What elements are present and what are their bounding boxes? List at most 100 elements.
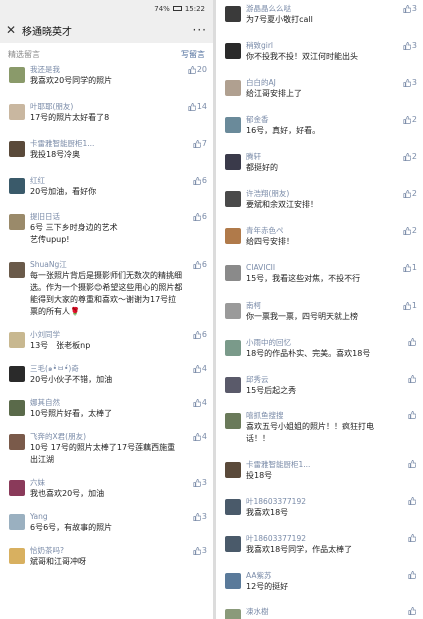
thumbs-up-icon	[408, 571, 416, 579]
comment-item: AA紫苏 12号的挺好	[216, 571, 423, 593]
comment-text: 18号的作品朴实、完美。喜欢18号	[246, 349, 371, 358]
like-button[interactable]: 3	[403, 4, 417, 13]
comment-item: 凍水樹	[216, 607, 423, 619]
thumbs-up-icon	[408, 375, 416, 383]
like-button[interactable]: 1	[403, 263, 417, 272]
avatar[interactable]	[225, 499, 241, 515]
like-button[interactable]	[408, 411, 417, 419]
avatar[interactable]	[9, 514, 25, 530]
like-button[interactable]: 3	[403, 41, 417, 50]
thumbs-up-icon	[193, 212, 201, 221]
like-button[interactable]: 2	[403, 189, 417, 198]
comment-text: 给四号安排！	[246, 237, 294, 246]
avatar[interactable]	[9, 480, 25, 496]
comment-item: 南柯 你一票我一票，四号明天就上榜 1	[216, 301, 423, 323]
comment-list: 我还是我 我喜欢20号同学的照片 20 叶耶耶(朋友) 17号的照片太好看了8 14 卡雷雅…	[0, 65, 213, 568]
avatar[interactable]	[225, 413, 241, 429]
like-button[interactable]	[408, 571, 417, 579]
like-button[interactable]: 4	[193, 398, 207, 407]
write-comment-button[interactable]: 写留言	[181, 49, 205, 60]
like-button[interactable]: 6	[193, 176, 207, 185]
like-count: 3	[201, 546, 207, 555]
like-count: 1	[411, 301, 417, 310]
thumbs-up-icon	[193, 176, 201, 185]
avatar[interactable]	[9, 67, 25, 83]
thumbs-up-icon	[403, 189, 411, 198]
close-icon[interactable]: ✕	[6, 23, 22, 37]
commenter-name: 小刘同学	[30, 330, 60, 339]
like-button[interactable]	[408, 460, 417, 468]
like-button[interactable]: 2	[403, 152, 417, 161]
avatar[interactable]	[225, 377, 241, 393]
avatar[interactable]	[225, 228, 241, 244]
like-button[interactable]: 2	[403, 115, 417, 124]
avatar[interactable]	[9, 104, 25, 120]
comment-item: 恰奶茶吗? 斌哥和江哥冲呀 3	[0, 546, 213, 568]
avatar[interactable]	[9, 366, 25, 382]
avatar[interactable]	[225, 265, 241, 281]
like-button[interactable]	[408, 607, 417, 615]
like-count: 4	[201, 398, 207, 407]
like-button[interactable]: 4	[193, 432, 207, 441]
comment-item: Yang 6号6号，有故事的照片 3	[0, 512, 213, 534]
like-button[interactable]: 6	[193, 212, 207, 221]
avatar[interactable]	[9, 262, 25, 278]
avatar[interactable]	[225, 340, 241, 356]
like-button[interactable]: 3	[193, 478, 207, 487]
avatar[interactable]	[9, 214, 25, 230]
like-button[interactable]: 3	[193, 546, 207, 555]
avatar[interactable]	[225, 80, 241, 96]
avatar[interactable]	[225, 573, 241, 589]
avatar[interactable]	[225, 154, 241, 170]
avatar[interactable]	[225, 43, 241, 59]
like-button[interactable]: 14	[188, 102, 207, 111]
like-button[interactable]	[408, 534, 417, 542]
right-screenshot: 游晶晶么么哒 为7号夏小敬打call 3 稍致girl 你不投我不投！双江何时能出头 3 白…	[216, 0, 423, 619]
like-button[interactable]: 6	[193, 260, 207, 269]
avatar[interactable]	[9, 434, 25, 450]
thumbs-up-icon	[408, 338, 416, 346]
more-icon[interactable]: ···	[193, 23, 207, 37]
like-button[interactable]: 3	[193, 512, 207, 521]
like-button[interactable]: 7	[193, 139, 207, 148]
avatar[interactable]	[9, 141, 25, 157]
comment-text: 13号 张老板np	[30, 341, 91, 350]
avatar[interactable]	[225, 536, 241, 552]
avatar[interactable]	[225, 462, 241, 478]
like-button[interactable]: 6	[193, 330, 207, 339]
commenter-name: 飞奔的X君(朋友)	[30, 432, 86, 441]
like-button[interactable]	[408, 338, 417, 346]
commenter-name: AA紫苏	[246, 571, 272, 580]
like-button[interactable]: 3	[403, 78, 417, 87]
like-count: 7	[201, 139, 207, 148]
avatar[interactable]	[225, 117, 241, 133]
avatar[interactable]	[9, 400, 25, 416]
thumbs-up-icon	[403, 301, 411, 310]
commenter-name: 提旧日话	[30, 212, 60, 221]
like-button[interactable]	[408, 375, 417, 383]
like-count: 2	[411, 115, 417, 124]
avatar[interactable]	[225, 609, 241, 619]
thumbs-up-icon	[408, 497, 416, 505]
comment-text: 6号6号，有故事的照片	[30, 523, 113, 532]
avatar[interactable]	[225, 191, 241, 207]
avatar[interactable]	[9, 548, 25, 564]
like-button[interactable]: 2	[403, 226, 417, 235]
avatar[interactable]	[9, 178, 25, 194]
like-button[interactable]: 1	[403, 301, 417, 310]
comment-item: 叶耶耶(朋友) 17号的照片太好看了8 14	[0, 102, 213, 124]
comment-text: 我喜欢18号同学，作品太棒了	[246, 545, 353, 554]
avatar[interactable]	[225, 6, 241, 22]
comment-text: 你一票我一票，四号明天就上榜	[246, 312, 358, 321]
like-button[interactable]	[408, 497, 417, 505]
avatar[interactable]	[225, 303, 241, 319]
like-count: 6	[201, 260, 207, 269]
like-button[interactable]: 20	[188, 65, 207, 74]
like-button[interactable]: 4	[193, 364, 207, 373]
commenter-name: 叶18603377192	[246, 497, 306, 506]
avatar[interactable]	[9, 332, 25, 348]
comment-item: CIAVICII 15号，我看这些对焦，不投不行 1	[216, 263, 423, 285]
comment-item: 六妹 我也喜欢20号，加油 3	[0, 478, 213, 500]
like-count: 4	[201, 432, 207, 441]
commenter-name: 嘻抓鱼搜搜	[246, 411, 284, 420]
